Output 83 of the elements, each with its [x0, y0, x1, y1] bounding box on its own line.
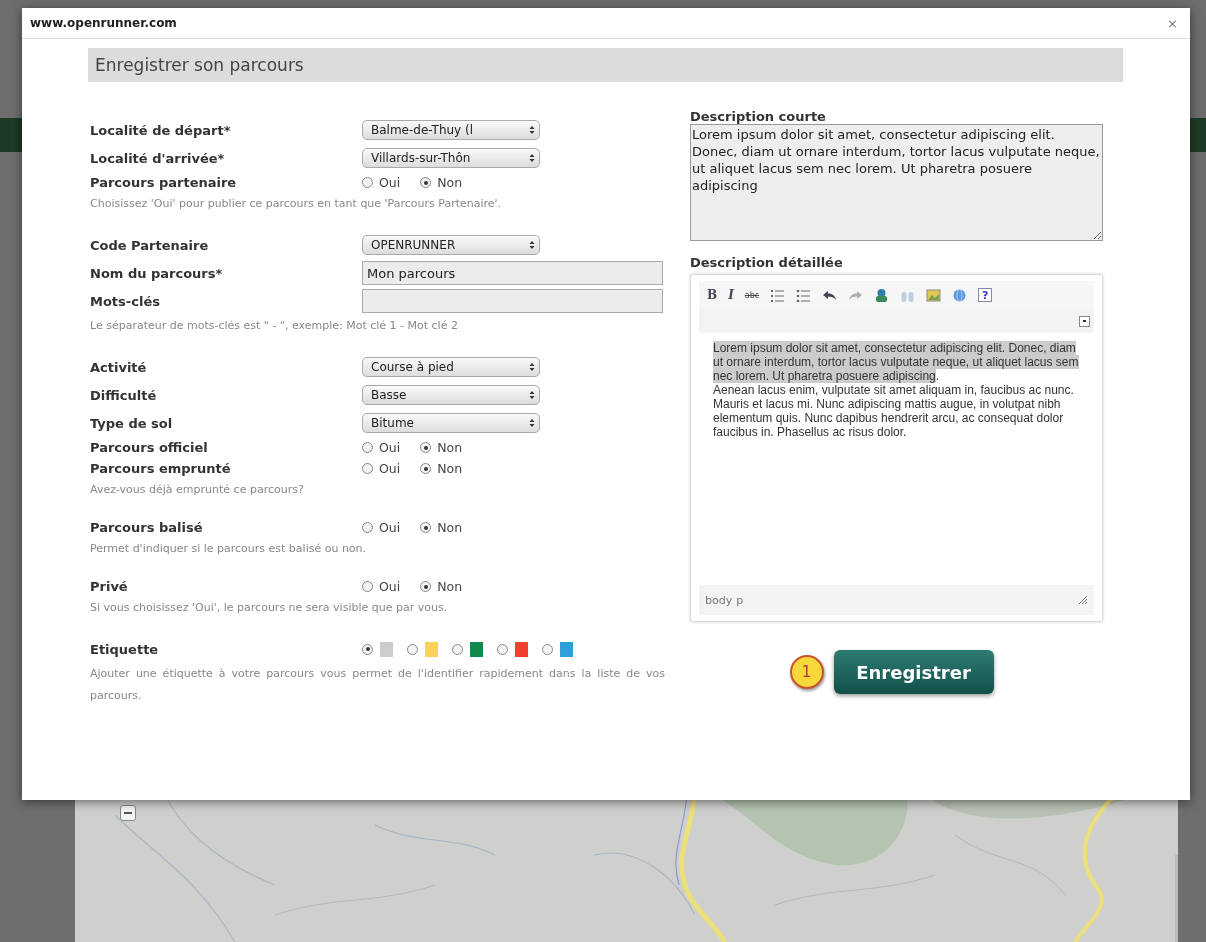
help-text: Choisissez 'Oui' pour publier ce parcours en tant que 'Parcours Partenaire'. [90, 196, 503, 212]
field-label: Etiquette [90, 641, 160, 657]
help-button[interactable]: ? [978, 288, 993, 302]
collapse-button[interactable] [1079, 315, 1090, 327]
radio-option[interactable]: Oui [362, 520, 401, 535]
updown-arrow-icon [529, 153, 535, 163]
radio-button[interactable] [407, 643, 418, 655]
radio-button[interactable] [452, 643, 463, 655]
help-text: Le séparateur de mots-clés est " - ", exemple: Mot clé 1 - Mot clé 2 [90, 318, 459, 334]
radio-option[interactable]: Non [420, 520, 463, 535]
bold-button[interactable]: B [707, 288, 718, 302]
field-label: Parcours emprunté [90, 461, 232, 476]
select-dropdown[interactable]: Bitume [362, 413, 540, 433]
radio-button[interactable] [420, 463, 432, 474]
zoom-out-button[interactable] [120, 805, 136, 821]
radio-option[interactable]: Oui [362, 440, 401, 455]
undo-arrow-icon[interactable] [823, 290, 837, 300]
field-label: Nom du parcours* [90, 265, 224, 281]
updown-arrow-icon [529, 362, 535, 372]
select-dropdown[interactable]: Balme-de-Thuy (l [362, 120, 540, 140]
radio-option[interactable]: Oui [362, 461, 401, 476]
help-text: Si vous choisissez 'Oui', le parcours ne sera visible que par vous. [90, 600, 449, 616]
element-path-item[interactable]: p [736, 593, 744, 607]
globe-icon[interactable] [953, 288, 966, 302]
radio-button[interactable] [420, 581, 432, 592]
field-label: Activité [90, 359, 148, 375]
select-dropdown[interactable]: Basse [362, 385, 540, 405]
field-label: Parcours partenaire [90, 175, 238, 190]
field-label: Difficulté [90, 387, 158, 403]
people-icon[interactable] [876, 288, 888, 302]
updown-arrow-icon [529, 418, 535, 428]
radio-option[interactable]: Oui [362, 175, 401, 190]
radio-button[interactable] [497, 643, 508, 655]
radio-button[interactable] [362, 522, 373, 533]
paragraph: Lorem ipsum dolor sit amet, consectetur adipiscing elit. Donec, diam ut ornare interdum, tortor lacus vulputate neque, ut aliquet lacus sem nec lorem. Ut pharetra posuere adipiscing. [713, 341, 1080, 383]
section-heading: Enregistrer son parcours [88, 48, 1123, 82]
radio-button[interactable] [420, 177, 432, 188]
radio-button[interactable] [420, 442, 432, 453]
numbered-list-icon[interactable] [771, 289, 785, 302]
element-path-item[interactable]: body [705, 593, 733, 607]
radio-button[interactable] [362, 581, 373, 592]
help-text: Avez-vous déjà emprunté ce parcours? [90, 482, 305, 498]
window-title: www.openrunner.com [30, 16, 177, 30]
radio-button[interactable] [362, 643, 373, 655]
updown-arrow-icon [529, 125, 535, 135]
help-text: Ajouter une étiquette à votre parcours vous permet de l'identifier rapidement dans la liste de vos parcours. [90, 666, 665, 704]
radio-button[interactable] [362, 177, 373, 188]
close-button[interactable]: × [1163, 15, 1182, 31]
field-label: Type de sol [90, 415, 174, 431]
select-dropdown[interactable]: OPENRUNNER [362, 235, 540, 255]
field-label: Description courte [690, 109, 827, 124]
select-dropdown[interactable]: Villards-sur-Thôn [362, 148, 540, 168]
radio-button[interactable] [362, 442, 373, 453]
radio-button[interactable] [420, 522, 432, 533]
field-label: Mots-clés [90, 293, 161, 309]
field-label: Parcours officiel [90, 440, 209, 455]
radio-option[interactable]: Non [420, 461, 463, 476]
updown-arrow-icon [529, 390, 535, 400]
select-dropdown[interactable]: Course à pied [362, 357, 540, 377]
radio-button[interactable] [362, 463, 373, 474]
save-button[interactable]: Enregistrer [833, 650, 994, 694]
field-label: Localité d'arrivée* [90, 150, 226, 166]
text-field[interactable] [362, 289, 663, 313]
strikethrough-button[interactable]: abc [744, 290, 760, 300]
paragraph: Aenean lacus enim, vulputate sit amet aliquam in, faucibus ac nunc. Mauris et lacus mi. Nunc adipiscing mattis augue, in volutpat nibh elementum quis. Nunc dapibus hendrerit arcu, ac consequat dolor faucibus in. Phasellus ac risus dolor. [713, 383, 1075, 439]
radio-button[interactable] [542, 643, 553, 655]
radio-option[interactable]: Non [420, 440, 463, 455]
text-field[interactable]: Mon parcours [362, 261, 663, 285]
radio-option[interactable]: Non [420, 175, 463, 190]
text-area[interactable]: Lorem ipsum dolor sit amet, consectetur adipiscing elit. Donec, diam ut ornare interdum, tortor lacus vulputate neque, ut aliquet lacus sem nec lorem. Ut pharetra posuere adipiscing [690, 124, 1103, 241]
field-label: Code Partenaire [90, 237, 210, 253]
bullet-list-icon[interactable] [796, 289, 811, 302]
field-label: Description détaillée [690, 255, 844, 270]
resize-grip-icon[interactable] [1078, 595, 1088, 605]
radio-option[interactable]: Oui [362, 579, 401, 594]
field-label: Localité de départ* [90, 122, 232, 138]
field-label: Parcours balisé [90, 520, 204, 535]
radio-option[interactable]: Non [420, 579, 463, 594]
updown-arrow-icon [529, 240, 535, 250]
help-text: Permet d'indiquer si le parcours est balisé ou non. [90, 541, 368, 557]
italic-button[interactable]: I [728, 288, 734, 302]
step-number-badge: 1 [789, 655, 824, 689]
field-label: Privé [90, 579, 129, 594]
